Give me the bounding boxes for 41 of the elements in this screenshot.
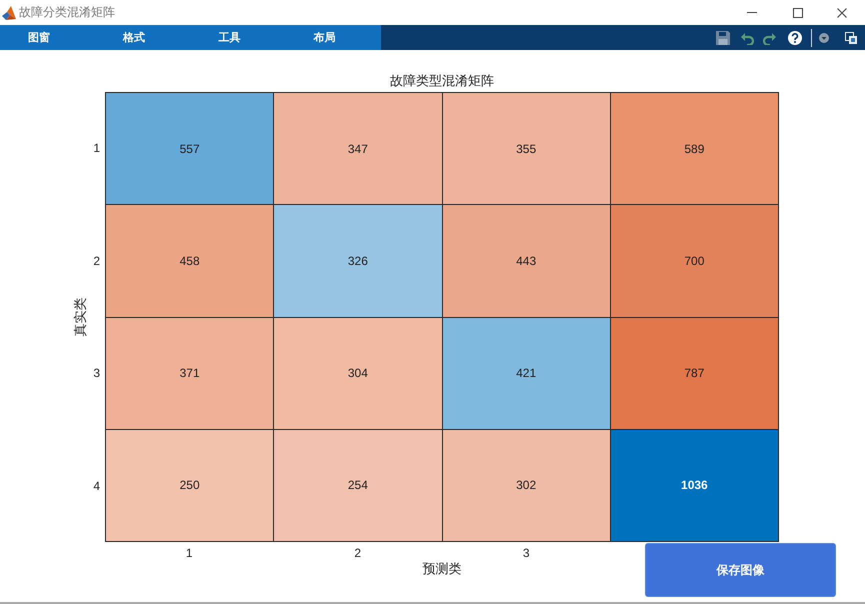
matrix-cell: 355 [442, 93, 610, 204]
matrix-cell: 371 [106, 318, 274, 429]
row-tick-label: 3 [93, 366, 100, 380]
app-icon [2, 6, 16, 20]
matrix-cell: 557 [106, 93, 274, 204]
save-icon[interactable] [716, 30, 730, 44]
column-tick-label: 1 [186, 546, 193, 560]
undo-icon[interactable] [741, 30, 755, 44]
ribbon-tab[interactable]: 工具 [190, 30, 268, 46]
y-axis-label: 真实类 [72, 298, 88, 336]
row-tick-label: 4 [93, 478, 100, 493]
column-tick-label: 3 [522, 546, 530, 560]
matrix-cell: 787 [610, 318, 778, 429]
maximize-icon[interactable] [793, 8, 803, 18]
matrix-cell: 347 [274, 93, 442, 204]
x-axis-label: 预测类 [422, 561, 462, 577]
row-tick-label: 2 [93, 254, 100, 268]
matrix-cell: 589 [610, 93, 778, 204]
ribbon-tab[interactable]: 图窗 [0, 30, 78, 46]
close-icon[interactable] [837, 8, 847, 18]
matrix-cell: 250 [106, 430, 274, 541]
dropdown-icon[interactable] [819, 32, 829, 42]
matrix-cell: 254 [274, 430, 442, 541]
redo-icon[interactable] [762, 30, 776, 44]
matrix-cell: 304 [274, 318, 442, 429]
matrix-cell: 700 [610, 205, 778, 316]
ribbon-tab[interactable]: 布局 [286, 30, 364, 46]
column-tick-label: 2 [354, 546, 362, 560]
save-image-button[interactable]: 保存图像 [645, 543, 836, 597]
matrix-cell: 458 [106, 205, 274, 316]
window-title: 故障分类混淆矩阵 [19, 4, 116, 21]
ribbon-tab[interactable]: 格式 [95, 30, 173, 46]
matrix-cell: 421 [442, 318, 610, 429]
matrix-cell: 326 [274, 205, 442, 316]
undock-icon[interactable] [845, 32, 857, 44]
row-tick-label: 1 [93, 141, 100, 156]
help-icon[interactable] [788, 30, 802, 44]
matrix-cell: 1036 [610, 430, 778, 541]
matrix-cell: 443 [442, 205, 610, 316]
matrix-cell: 302 [442, 430, 610, 541]
chart-title: 故障类型混淆矩阵 [390, 73, 494, 89]
